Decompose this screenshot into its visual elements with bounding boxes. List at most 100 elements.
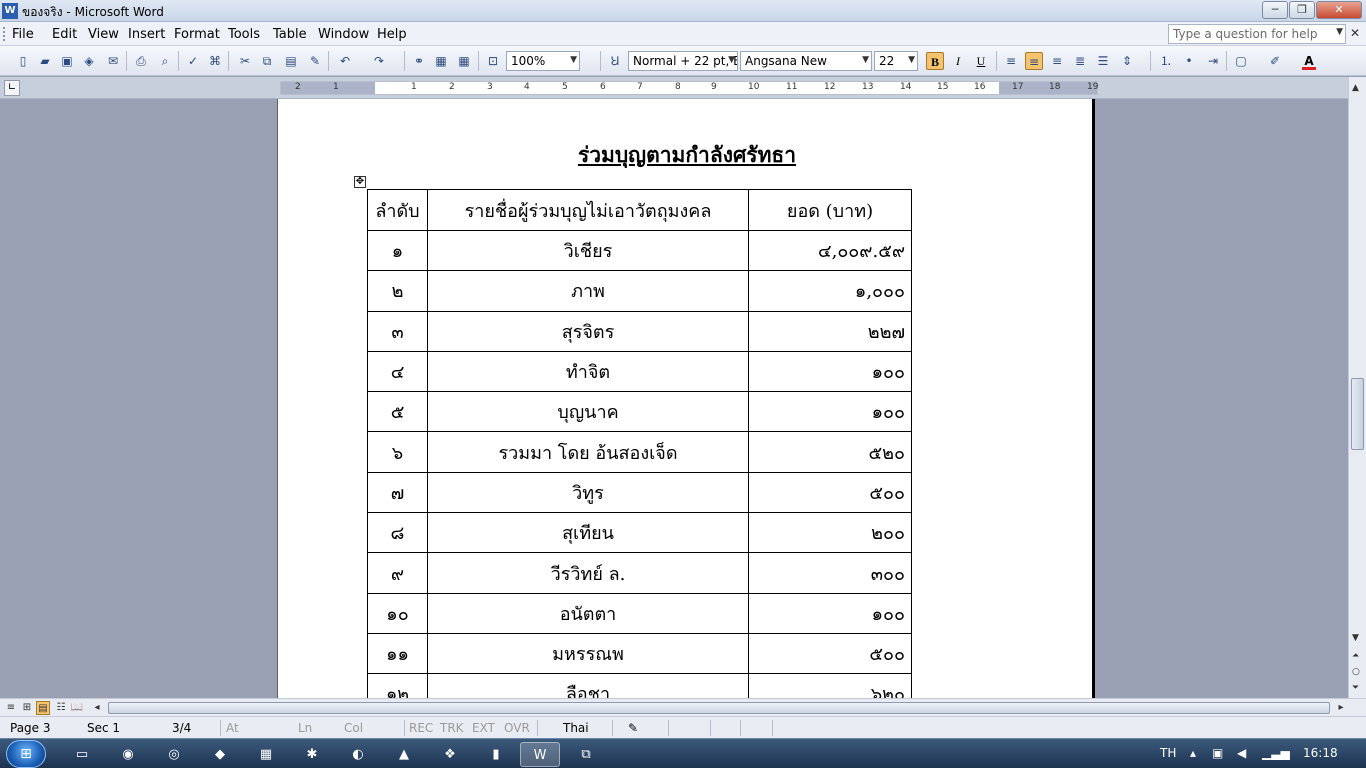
print-preview-icon[interactable]: ⌕ <box>156 52 174 70</box>
align-left-icon[interactable]: ≡ <box>1002 52 1020 70</box>
next-page-icon[interactable]: ⏷ <box>1352 683 1359 693</box>
reading-layout-icon[interactable]: 📖 <box>70 701 84 715</box>
cell-order[interactable]: ๖ <box>367 431 428 473</box>
cell-donor-name[interactable]: อนัตตา <box>427 592 749 634</box>
horizontal-scrollbar[interactable] <box>104 701 1338 715</box>
cell-donor-name[interactable]: สุเทียน <box>427 512 749 554</box>
device-icon[interactable]: ▣ <box>1212 746 1223 760</box>
print-icon[interactable]: ⎙ <box>132 52 150 70</box>
menu-edit[interactable]: Edit <box>52 27 77 42</box>
align-center-icon[interactable]: ≡ <box>1025 52 1043 70</box>
chrome-taskbar-icon[interactable]: ◉ <box>108 742 148 767</box>
cell-amount[interactable]: ๒๒๗ <box>748 310 912 352</box>
paste-icon[interactable]: ▤ <box>282 52 300 70</box>
cell-amount[interactable]: ๔,๐๐๙.๕๙ <box>748 229 912 272</box>
column-header-amount[interactable]: ยอด (บาท) <box>748 189 912 231</box>
menu-window[interactable]: Window <box>318 27 369 42</box>
cell-order[interactable]: ๙ <box>367 552 428 594</box>
menu-view[interactable]: View <box>88 27 119 42</box>
media-taskbar-icon[interactable]: ◎ <box>154 742 194 767</box>
zoom-select[interactable]: 100% ▼ <box>506 51 580 71</box>
status-at[interactable]: At <box>226 721 239 735</box>
bullets-icon[interactable]: • <box>1180 52 1198 70</box>
cell-donor-name[interactable]: วีรวิทย์ ล. <box>427 552 749 594</box>
save-icon[interactable]: ▣ <box>58 52 76 70</box>
status-line[interactable]: Ln <box>298 721 312 735</box>
tab-selector[interactable]: ∟ <box>4 80 20 96</box>
scroll-up-icon[interactable]: ▲ <box>1352 83 1359 93</box>
email-icon[interactable]: ✉ <box>104 52 122 70</box>
status-rec[interactable]: REC <box>409 721 433 735</box>
cell-amount[interactable]: ๓๐๐ <box>748 552 912 594</box>
scroll-left-icon[interactable]: ◂ <box>90 701 104 715</box>
cell-order[interactable]: ๓ <box>367 310 428 352</box>
scroll-down-icon[interactable]: ▼ <box>1352 633 1359 643</box>
styles-formatting-icon[interactable]: Ꞟ <box>606 52 624 70</box>
permission-icon[interactable]: ◈ <box>80 52 98 70</box>
numbering-icon[interactable]: ⒈ <box>1157 52 1175 70</box>
status-ovr[interactable]: OVR <box>504 721 530 735</box>
app-taskbar-icon[interactable]: ◆ <box>200 742 240 767</box>
archive-taskbar-icon[interactable]: ▮ <box>476 742 516 767</box>
status-page[interactable]: Page 3 <box>10 721 51 735</box>
scroll-right-icon[interactable]: ▸ <box>1334 701 1348 715</box>
zoom-dropdown-icon[interactable]: ▼ <box>570 55 577 65</box>
cell-order[interactable]: ๘ <box>367 512 428 554</box>
cell-amount[interactable]: ๑๐๐ <box>748 592 912 634</box>
cell-donor-name[interactable]: สุรจิตร <box>427 310 749 352</box>
status-trk[interactable]: TRK <box>440 721 464 735</box>
tables-borders-icon[interactable]: ▦ <box>432 52 450 70</box>
window-taskbar-icon[interactable]: ⧉ <box>566 742 606 767</box>
cell-amount[interactable]: ๑๐๐ <box>748 391 912 433</box>
cell-donor-name[interactable]: วิทูร <box>427 471 749 514</box>
highlight-icon[interactable]: ✐ <box>1266 52 1284 70</box>
cell-amount[interactable]: ๕๐๐ <box>748 632 912 675</box>
word-taskbar-icon[interactable]: W <box>520 742 560 767</box>
font-size-select[interactable]: 22 ▼ <box>874 51 918 71</box>
menu-format[interactable]: Format <box>174 27 220 42</box>
cell-amount[interactable]: ๕๒๐ <box>748 431 912 473</box>
restore-button[interactable]: ❐ <box>1289 1 1315 19</box>
menu-insert[interactable]: Insert <box>128 27 165 42</box>
font-select[interactable]: Angsana New ▼ <box>740 51 872 71</box>
cell-amount[interactable]: ๑๐๐ <box>748 350 912 393</box>
menu-help[interactable]: Help <box>377 27 407 42</box>
font-dropdown-icon[interactable]: ▼ <box>862 55 869 65</box>
volume-icon[interactable]: ◀ <box>1237 746 1246 760</box>
copy-icon[interactable]: ⧉ <box>258 52 276 70</box>
status-section[interactable]: Sec 1 <box>87 721 120 735</box>
cell-order[interactable]: ๑๑ <box>367 632 428 675</box>
web-layout-icon[interactable]: ⊞ <box>20 701 34 715</box>
format-painter-icon[interactable]: ✎ <box>306 52 324 70</box>
cell-donor-name[interactable]: ลือชา <box>427 673 749 698</box>
menu-tools[interactable]: Tools <box>228 27 260 42</box>
horizontal-scroll-thumb[interactable] <box>108 702 1330 714</box>
style-dropdown-icon[interactable]: ▼ <box>728 55 735 65</box>
spelling-status-icon[interactable]: ✎ <box>628 721 638 735</box>
donor-table[interactable]: ลำดับ รายชื่อผู้ร่วมบุญไม่เอาวัตถุมงคล ย… <box>367 189 912 698</box>
cell-donor-name[interactable]: มหรรณพ <box>427 632 749 675</box>
borders-icon[interactable]: ▢ <box>1232 52 1250 70</box>
document-map-icon[interactable]: ⊡ <box>484 52 502 70</box>
cell-amount[interactable]: ๒๐๐ <box>748 512 912 554</box>
cell-order[interactable]: ๒ <box>367 270 428 312</box>
network-icon[interactable]: ▁▃▅ <box>1262 746 1290 760</box>
column-header-order[interactable]: ลำดับ <box>367 189 428 231</box>
cell-amount[interactable]: ๕๐๐ <box>748 471 912 514</box>
indent-icon[interactable]: ⇥ <box>1204 52 1222 70</box>
hyperlink-icon[interactable]: ⚭ <box>410 52 428 70</box>
cell-order[interactable]: ๔ <box>367 350 428 393</box>
close-button[interactable]: ✕ <box>1316 1 1362 19</box>
menu-file[interactable]: File <box>12 27 34 42</box>
close-document-icon[interactable]: ✕ <box>1350 26 1360 40</box>
calculator-taskbar-icon[interactable]: ▦ <box>246 742 286 767</box>
cell-order[interactable]: ๑ <box>367 229 428 272</box>
status-language[interactable]: Thai <box>563 721 589 735</box>
status-ext[interactable]: EXT <box>472 721 495 735</box>
document-title[interactable]: ร่วมบุญตามกำลังศรัทธา <box>278 139 1096 172</box>
status-page-count[interactable]: 3/4 <box>172 721 191 735</box>
cell-amount[interactable]: ๑,๐๐๐ <box>748 270 912 312</box>
cell-order[interactable]: ๑๒ <box>367 673 428 698</box>
redo-icon[interactable]: ↷ <box>370 52 388 70</box>
cell-donor-name[interactable]: ทำจิต <box>427 350 749 393</box>
